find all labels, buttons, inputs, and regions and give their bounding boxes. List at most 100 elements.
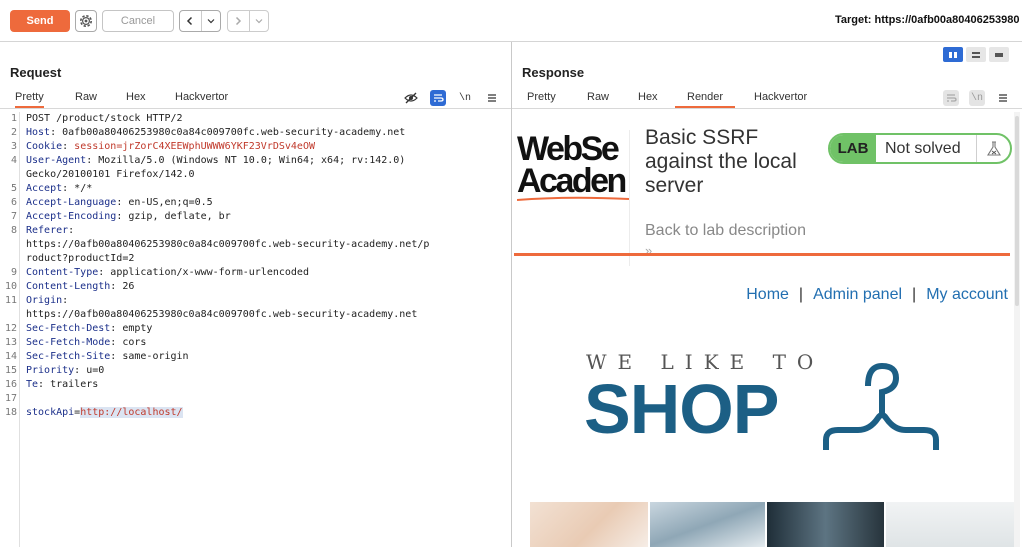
code-line: Gecko/20100101 Firefox/142.0 <box>26 168 506 182</box>
hanger-icon <box>823 362 939 450</box>
nav-admin-panel-link[interactable]: Admin panel <box>813 286 902 303</box>
request-body-line: stockApi=http://localhost/ <box>26 406 506 420</box>
stacked-view-button[interactable] <box>966 47 986 62</box>
request-title: Request <box>10 65 62 80</box>
forward-button[interactable] <box>228 11 249 31</box>
line-number: 7 <box>10 211 17 222</box>
product-image[interactable] <box>886 502 1014 547</box>
forward-dropdown[interactable] <box>248 11 268 31</box>
show-newlines-button[interactable]: \n <box>969 90 985 106</box>
logo-line-1: WebSe <box>517 130 620 168</box>
code-line: Priority: u=0 <box>26 364 506 378</box>
back-to-lab-link[interactable]: Back to lab description <box>645 222 806 240</box>
academy-logo[interactable]: WebSe Acaden <box>514 130 630 202</box>
tab-render[interactable]: Render <box>675 91 736 108</box>
word-wrap-button[interactable] <box>943 90 959 106</box>
tabbed-view-button[interactable] <box>989 47 1009 62</box>
tab-hex[interactable]: Hex <box>126 91 146 106</box>
code-line: Sec-Fetch-Dest: empty <box>26 322 506 336</box>
back-dropdown[interactable] <box>200 11 220 31</box>
code-line: Accept-Encoding: gzip, deflate, br <box>26 210 506 224</box>
rendered-page[interactable]: WebSe Acaden Basic SSRF against the loca… <box>514 112 1020 547</box>
header-value: application/x-www-form-urlencoded <box>110 267 309 278</box>
tab-raw[interactable]: Raw <box>75 91 97 106</box>
request-tabs: Pretty Raw Hex Hackvertor \n <box>0 89 511 109</box>
word-wrap-button[interactable] <box>430 90 446 106</box>
line-number: 1 <box>10 113 17 124</box>
code-text: POST /product/stock HTTP/2 <box>26 113 183 124</box>
header-name: Cookie <box>26 141 63 152</box>
code-line: https://0afb00a80406253980c0a84c009700fc… <box>26 238 506 252</box>
eye-off-icon <box>404 92 418 104</box>
code-line: Cookie: session=jrZorC4XEEWphUWWW6YKF23V… <box>26 140 506 154</box>
header-name: Te <box>26 379 39 390</box>
tab-pretty[interactable]: Pretty <box>527 91 556 106</box>
line-number: 8 <box>10 225 17 236</box>
header-colon: : <box>68 225 81 236</box>
nav-separator: | <box>912 286 917 303</box>
chevron-down-icon <box>255 19 263 24</box>
nav-my-account-link[interactable]: My account <box>926 286 1008 303</box>
code-line: Host: 0afb00a80406253980c0a84c009700fc.w… <box>26 126 506 140</box>
target-url[interactable]: Target: https://0afb00a80406253980 <box>835 14 1019 26</box>
back-button[interactable] <box>180 11 201 31</box>
header-name: Accept-Encoding <box>26 211 117 222</box>
request-code[interactable]: POST /product/stock HTTP/2 Host: 0afb00a8… <box>26 112 506 420</box>
tab-pretty[interactable]: Pretty <box>15 91 44 108</box>
line-number: 6 <box>10 197 17 208</box>
settings-button[interactable] <box>75 10 97 32</box>
body-param-value[interactable]: http://localhost/ <box>80 407 183 418</box>
body-param-name: stockApi <box>26 407 75 418</box>
line-number: 13 <box>4 337 17 348</box>
flask-button[interactable] <box>976 135 1010 162</box>
code-line: Sec-Fetch-Site: same-origin <box>26 350 506 364</box>
render-scrollbar[interactable] <box>1014 112 1020 547</box>
line-number: 5 <box>10 183 17 194</box>
response-tab-tools: \n <box>943 89 1011 107</box>
lab-badge-label: LAB <box>830 135 876 162</box>
code-line: POST /product/stock HTTP/2 <box>26 112 506 126</box>
header-value: cors <box>122 337 147 348</box>
header-colon: : <box>62 295 75 306</box>
send-button[interactable]: Send <box>10 10 70 32</box>
response-title: Response <box>522 65 585 80</box>
history-forward-group <box>227 10 269 32</box>
header-value: 26 <box>122 281 135 292</box>
header-colon: : <box>110 337 123 348</box>
header-name: Priority <box>26 365 75 376</box>
header-name: Accept <box>26 183 63 194</box>
header-value: Mozilla/5.0 (Windows NT 10.0; Win64; x64… <box>98 155 406 166</box>
code-text: https://0afb00a80406253980c0a84c009700fc… <box>26 239 430 250</box>
code-text: https://0afb00a80406253980c0a84c009700fc… <box>26 309 418 320</box>
split-view-button[interactable] <box>943 47 963 62</box>
tab-hackvertor[interactable]: Hackvertor <box>175 91 228 106</box>
line-number: 12 <box>4 323 17 334</box>
stacked-view-icon <box>972 51 980 58</box>
product-image[interactable] <box>530 502 648 547</box>
render-scrollbar-thumb[interactable] <box>1015 116 1019 306</box>
code-line: Sec-Fetch-Mode: cors <box>26 336 506 350</box>
request-menu-button[interactable] <box>484 90 500 106</box>
menu-icon <box>999 94 1007 102</box>
cancel-button[interactable]: Cancel <box>102 10 174 32</box>
header-colon: : <box>116 197 129 208</box>
tab-hackvertor[interactable]: Hackvertor <box>754 91 807 106</box>
nav-home-link[interactable]: Home <box>746 286 789 303</box>
code-line: https://0afb00a80406253980c0a84c009700fc… <box>26 308 506 322</box>
product-image[interactable] <box>767 502 884 547</box>
response-menu-button[interactable] <box>995 90 1011 106</box>
header-colon: : <box>74 365 87 376</box>
code-line: Te: trailers <box>26 378 506 392</box>
tab-hex[interactable]: Hex <box>638 91 658 106</box>
code-text: Gecko/20100101 Firefox/142.0 <box>26 169 195 180</box>
show-newlines-button[interactable]: \n <box>457 90 473 106</box>
header-name: Referer <box>26 225 69 236</box>
code-line: User-Agent: Mozilla/5.0 (Windows NT 10.0… <box>26 154 506 168</box>
site-nav: Home | Admin panel | My account <box>732 286 1008 304</box>
request-editor[interactable]: 1 2 3 4 5 6 7 8 9 10 11 12 13 14 15 16 17 18 POST /produc… <box>0 112 511 547</box>
hide-nonprintable-button[interactable] <box>403 90 419 106</box>
product-image[interactable] <box>650 502 765 547</box>
code-text: roduct?productId=2 <box>26 253 135 264</box>
tab-raw[interactable]: Raw <box>587 91 609 106</box>
split-view-icon <box>949 51 957 58</box>
